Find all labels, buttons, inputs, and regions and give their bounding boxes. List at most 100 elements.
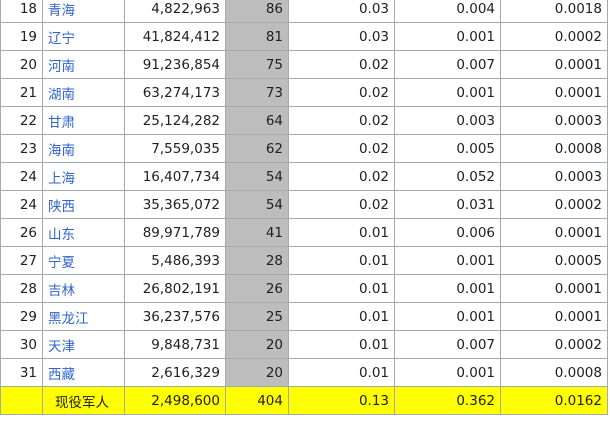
ratio-cell-1: 0.02 [288,162,395,191]
province-cell: 山东 [42,218,125,247]
ratio-cell-1: 0.01 [288,274,395,303]
province-cell: 湖南 [42,78,125,107]
total-rank-cell [0,386,43,415]
count-cell: 26 [225,274,289,303]
ratio-cell-3: 0.0008 [500,358,608,387]
ratio-cell-3: 0.0005 [500,246,608,275]
ratio-cell-2: 0.001 [394,246,501,275]
province-link[interactable]: 上海 [48,171,75,187]
province-link[interactable]: 山东 [48,227,75,243]
rank-cell: 22 [0,106,43,135]
province-cell: 海南 [42,134,125,163]
ratio-cell-1: 0.03 [288,0,395,23]
ratio-cell-1: 0.01 [288,218,395,247]
ratio-cell-1: 0.01 [288,330,395,359]
province-link[interactable]: 吉林 [48,283,75,299]
rank-cell: 31 [0,358,43,387]
count-cell: 86 [225,0,289,23]
ratio-cell-3: 0.0002 [500,330,608,359]
population-cell: 4,822,963 [124,0,226,23]
ratio-cell-2: 0.003 [394,106,501,135]
table-row: 31 西藏 2,616,329 20 0.01 0.001 0.0008 [0,358,608,387]
table-row: 24 上海 16,407,734 54 0.02 0.052 0.0003 [0,162,608,191]
ratio-cell-2: 0.001 [394,78,501,107]
population-cell: 5,486,393 [124,246,226,275]
total-ratio-cell-3: 0.0162 [500,386,608,415]
statistics-table: 18 青海 4,822,963 86 0.03 0.004 0.0018 19 辽宁 41,824… [0,0,608,415]
rank-cell: 24 [0,190,43,219]
ratio-cell-3: 0.0018 [500,0,608,23]
ratio-cell-1: 0.02 [288,190,395,219]
province-cell: 上海 [42,162,125,191]
province-cell: 陕西 [42,190,125,219]
ratio-cell-2: 0.052 [394,162,501,191]
province-link[interactable]: 黑龙江 [48,311,89,327]
province-link[interactable]: 湖南 [48,87,75,103]
rank-cell: 27 [0,246,43,275]
ratio-cell-2: 0.004 [394,0,501,23]
province-link[interactable]: 西藏 [48,367,75,383]
ratio-cell-2: 0.031 [394,190,501,219]
table-row: 29 黑龙江 36,237,576 25 0.01 0.001 0.0001 [0,302,608,331]
province-link[interactable]: 陕西 [48,199,75,215]
ratio-cell-1: 0.03 [288,22,395,51]
count-cell: 75 [225,50,289,79]
ratio-cell-1: 0.02 [288,78,395,107]
total-label-cell: 现役军人 [42,386,125,415]
count-cell: 54 [225,190,289,219]
ratio-cell-3: 0.0001 [500,218,608,247]
ratio-cell-1: 0.02 [288,50,395,79]
table-row: 18 青海 4,822,963 86 0.03 0.004 0.0018 [0,0,608,23]
ratio-cell-3: 0.0001 [500,302,608,331]
province-link[interactable]: 河南 [48,59,75,75]
count-cell: 20 [225,358,289,387]
population-cell: 63,274,173 [124,78,226,107]
rank-cell: 19 [0,22,43,51]
ratio-cell-1: 0.02 [288,134,395,163]
rank-cell: 24 [0,162,43,191]
province-link[interactable]: 天津 [48,339,75,355]
table-row: 23 海南 7,559,035 62 0.02 0.005 0.0008 [0,134,608,163]
ratio-cell-2: 0.001 [394,302,501,331]
province-cell: 西藏 [42,358,125,387]
ratio-cell-1: 0.01 [288,302,395,331]
rank-cell: 20 [0,50,43,79]
population-cell: 36,237,576 [124,302,226,331]
total-ratio-cell-1: 0.13 [288,386,395,415]
ratio-cell-3: 0.0008 [500,134,608,163]
population-cell: 26,802,191 [124,274,226,303]
province-cell: 宁夏 [42,246,125,275]
ratio-cell-2: 0.007 [394,330,501,359]
ratio-cell-3: 0.0001 [500,274,608,303]
province-link[interactable]: 甘肃 [48,115,75,131]
total-count-cell: 404 [225,386,289,415]
province-link[interactable]: 海南 [48,143,75,159]
province-link[interactable]: 宁夏 [48,255,75,271]
province-cell: 黑龙江 [42,302,125,331]
rank-cell: 29 [0,302,43,331]
province-link[interactable]: 青海 [48,3,75,19]
population-cell: 35,365,072 [124,190,226,219]
population-cell: 9,848,731 [124,330,226,359]
ratio-cell-3: 0.0002 [500,190,608,219]
ratio-cell-1: 0.02 [288,106,395,135]
count-cell: 54 [225,162,289,191]
province-link[interactable]: 辽宁 [48,31,75,47]
count-cell: 62 [225,134,289,163]
count-cell: 20 [225,330,289,359]
total-ratio-cell-2: 0.362 [394,386,501,415]
province-cell: 青海 [42,0,125,23]
rank-cell: 21 [0,78,43,107]
rank-cell: 18 [0,0,43,23]
ratio-cell-1: 0.01 [288,246,395,275]
rank-cell: 30 [0,330,43,359]
rank-cell: 26 [0,218,43,247]
population-cell: 91,236,854 [124,50,226,79]
population-cell: 25,124,282 [124,106,226,135]
table-row: 19 辽宁 41,824,412 81 0.03 0.001 0.0002 [0,22,608,51]
table-row: 26 山东 89,971,789 41 0.01 0.006 0.0001 [0,218,608,247]
population-cell: 16,407,734 [124,162,226,191]
ratio-cell-2: 0.007 [394,50,501,79]
ratio-cell-2: 0.001 [394,358,501,387]
total-population-cell: 2,498,600 [124,386,226,415]
